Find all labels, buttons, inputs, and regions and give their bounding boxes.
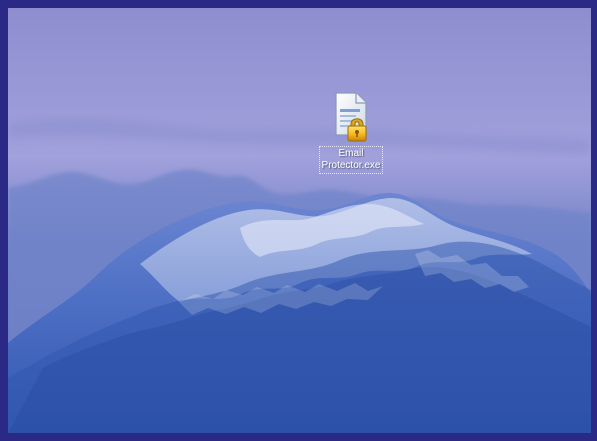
screen-frame: Email Protector.exe [0,0,597,441]
desktop-icon-label[interactable]: Email Protector.exe [318,146,384,174]
desktop-icon-label-line-2: Protector.exe [321,160,381,171]
email-protector-desktop-icon[interactable]: Email Protector.exe [308,90,394,174]
desktop-background[interactable]: Email Protector.exe [8,8,591,433]
document-lock-icon [335,92,367,142]
desktop-icon-label-line-1: Email [338,148,364,159]
mountain-wallpaper [8,8,591,433]
